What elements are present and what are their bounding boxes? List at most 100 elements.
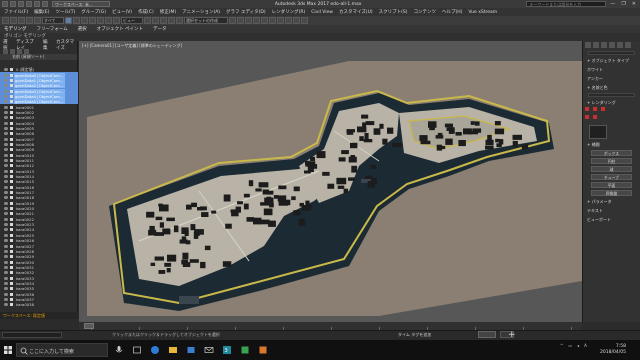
plane-button[interactable]: 平面 <box>591 182 632 188</box>
curve-editor-icon[interactable] <box>261 17 268 24</box>
move-icon[interactable] <box>97 17 104 24</box>
visibility-eye-icon[interactable] <box>4 217 8 221</box>
menu-item-14[interactable]: ヘルプ(H) <box>442 9 462 15</box>
visibility-eye-icon[interactable] <box>4 73 8 77</box>
workspace-dropdown[interactable]: ワークスペース: 未… <box>52 1 110 7</box>
name-field[interactable] <box>588 93 635 97</box>
scene-explorer-icon[interactable] <box>245 17 252 24</box>
visibility-eye-icon[interactable] <box>4 142 8 146</box>
menu-item-9[interactable]: レンダリング(R) <box>272 9 306 15</box>
new-icon[interactable] <box>10 1 16 7</box>
visibility-eye-icon[interactable] <box>4 239 8 243</box>
hierarchy-icon[interactable] <box>17 48 22 54</box>
menu-item-4[interactable]: ビュー(V) <box>112 9 132 15</box>
explorer-menu-customize[interactable]: カスタマイズ <box>56 39 77 51</box>
volume-icon[interactable]: ◂ <box>577 343 579 348</box>
close-button[interactable]: ✕ <box>632 1 636 7</box>
file-explorer-icon[interactable] <box>168 344 178 356</box>
redo-icon[interactable] <box>42 1 48 7</box>
pivot-icon[interactable] <box>144 17 151 24</box>
angle-snap-icon[interactable] <box>160 17 167 24</box>
layer-explorer-icon[interactable] <box>253 17 260 24</box>
explorer-layer-bar[interactable]: ワークスペース: 既定値 <box>0 312 78 319</box>
explorer-tree[interactable]: 0 (既定値) goreiData0 [ObjectCom… goreiData1 … <box>0 67 78 311</box>
visibility-eye-icon[interactable] <box>4 148 8 152</box>
menu-item-13[interactable]: コンテンツ <box>414 9 437 15</box>
select-by-name-icon[interactable] <box>73 17 80 24</box>
menu-item-1[interactable]: 編集(E) <box>34 9 49 15</box>
windows-start-icon[interactable] <box>0 340 16 360</box>
visibility-eye-icon[interactable] <box>4 137 8 141</box>
maxscript-listener-field[interactable] <box>2 332 62 338</box>
mail-icon[interactable] <box>204 344 214 356</box>
menu-item-7[interactable]: アニメーション(A) <box>182 9 220 15</box>
rotate-icon[interactable] <box>105 17 112 24</box>
unlink-icon[interactable] <box>26 17 33 24</box>
preview-swatch[interactable] <box>589 125 607 139</box>
visibility-eye-icon[interactable] <box>4 169 8 173</box>
visibility-eye-icon[interactable] <box>4 100 8 104</box>
time-slider-handle[interactable] <box>84 323 94 329</box>
set-key-button[interactable] <box>478 331 496 338</box>
layer-icon[interactable] <box>24 48 29 54</box>
section-interpolation[interactable]: + 補間 <box>583 142 640 148</box>
tube-button[interactable]: チューブ <box>591 174 632 180</box>
visibility-eye-icon[interactable] <box>4 121 8 125</box>
visibility-eye-icon[interactable] <box>4 265 8 269</box>
visibility-eye-icon[interactable] <box>4 94 8 98</box>
visibility-eye-icon[interactable] <box>4 78 8 82</box>
pyramid-button[interactable]: 四角錐 <box>591 190 632 196</box>
menu-item-5[interactable]: 作成(C) <box>138 9 154 15</box>
ribbon-panel-label[interactable]: ポリゴン モデリング <box>0 33 640 41</box>
timeline[interactable] <box>79 322 582 330</box>
visibility-eye-icon[interactable] <box>4 126 8 130</box>
menu-item-2[interactable]: ツール(T) <box>55 9 75 15</box>
display-tab-icon[interactable] <box>617 42 623 48</box>
network-icon[interactable]: ▭ <box>568 343 572 348</box>
filter-icon[interactable] <box>3 48 8 54</box>
menu-item-3[interactable]: グループ(G) <box>81 9 106 15</box>
rect-selection-icon[interactable] <box>81 17 88 24</box>
find-icon[interactable] <box>10 48 15 54</box>
sphere-button[interactable]: 球 <box>591 166 632 172</box>
microphone-icon[interactable] <box>114 344 124 356</box>
menu-item-0[interactable]: ファイル(F) <box>4 9 28 15</box>
material-editor-icon[interactable] <box>277 17 284 24</box>
visibility-eye-icon[interactable] <box>4 233 8 237</box>
mirror-icon[interactable] <box>229 17 236 24</box>
menu-item-12[interactable]: スクリプト(S) <box>379 9 408 15</box>
visibility-eye-icon[interactable] <box>4 292 8 296</box>
section-parameters[interactable]: + パラメータ <box>583 199 640 205</box>
reference-coord-dropdown[interactable]: ビュー <box>121 17 143 24</box>
menu-item-11[interactable]: カスタマイズ(U) <box>339 9 373 15</box>
visibility-eye-icon[interactable] <box>4 105 8 109</box>
visibility-eye-icon[interactable] <box>4 116 8 120</box>
tab-populate[interactable]: データ <box>153 26 167 32</box>
visibility-eye-icon[interactable] <box>4 260 8 264</box>
maximize-button[interactable]: ❐ <box>621 1 625 7</box>
visibility-eye-icon[interactable] <box>4 207 8 211</box>
visibility-eye-icon[interactable] <box>4 281 8 285</box>
color-swatch-red-4[interactable] <box>585 115 589 119</box>
color-swatch-red-5[interactable] <box>593 115 597 119</box>
modify-tab-icon[interactable] <box>593 42 599 48</box>
explorer-column-header[interactable]: 名前 (昇順ソート) <box>0 54 77 60</box>
section-name-color[interactable]: + 名前と色 <box>583 85 640 91</box>
app-icon-orange[interactable] <box>258 344 268 356</box>
search-input[interactable]: キーワードまたは語句を入力 <box>526 1 607 7</box>
align-icon[interactable] <box>237 17 244 24</box>
visibility-eye-icon[interactable] <box>4 185 8 189</box>
percent-snap-icon[interactable] <box>168 17 175 24</box>
tree-item[interactable]: kara0038 <box>0 302 78 307</box>
color-swatch-red[interactable] <box>585 107 589 111</box>
select-object-icon[interactable] <box>65 17 72 24</box>
motion-tab-icon[interactable] <box>609 42 615 48</box>
section-object-type[interactable]: + オブジェクト タイプ <box>583 58 640 64</box>
visibility-eye-icon[interactable] <box>4 223 8 227</box>
viewport-label[interactable]: [+] [Camera01] [ユーザ定義] [標準のシェーディング] <box>82 43 182 49</box>
create-tab-icon[interactable] <box>585 42 591 48</box>
selection-set-dropdown[interactable]: 選択セットの作成 <box>184 17 228 24</box>
visibility-eye-icon[interactable] <box>4 276 8 280</box>
snap-icon[interactable] <box>152 17 159 24</box>
color-swatch-red-2[interactable] <box>593 107 597 111</box>
